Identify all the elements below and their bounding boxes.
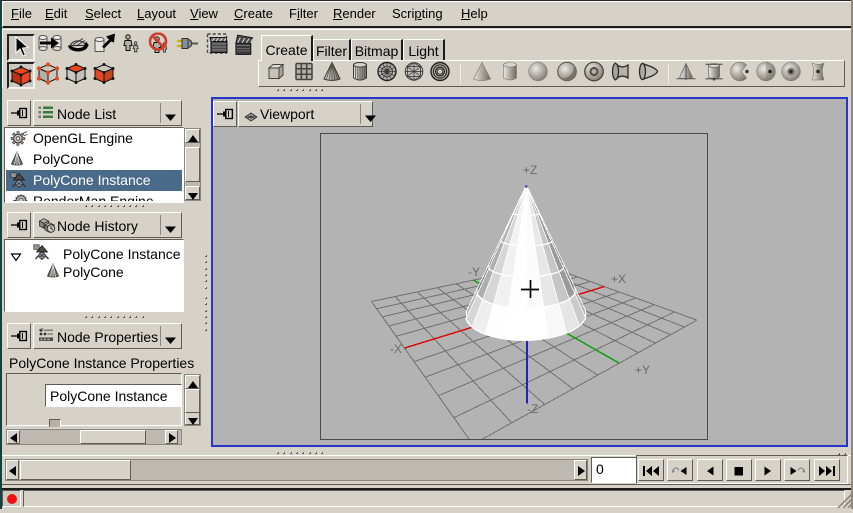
svg-text:-X: -X [390,342,402,356]
svg-text:-Y: -Y [468,265,480,279]
svg-text:-Z: -Z [527,402,538,416]
svg-text:+Z: +Z [523,163,537,177]
svg-text:+Y: +Y [635,363,650,377]
svg-text:+X: +X [611,272,626,286]
